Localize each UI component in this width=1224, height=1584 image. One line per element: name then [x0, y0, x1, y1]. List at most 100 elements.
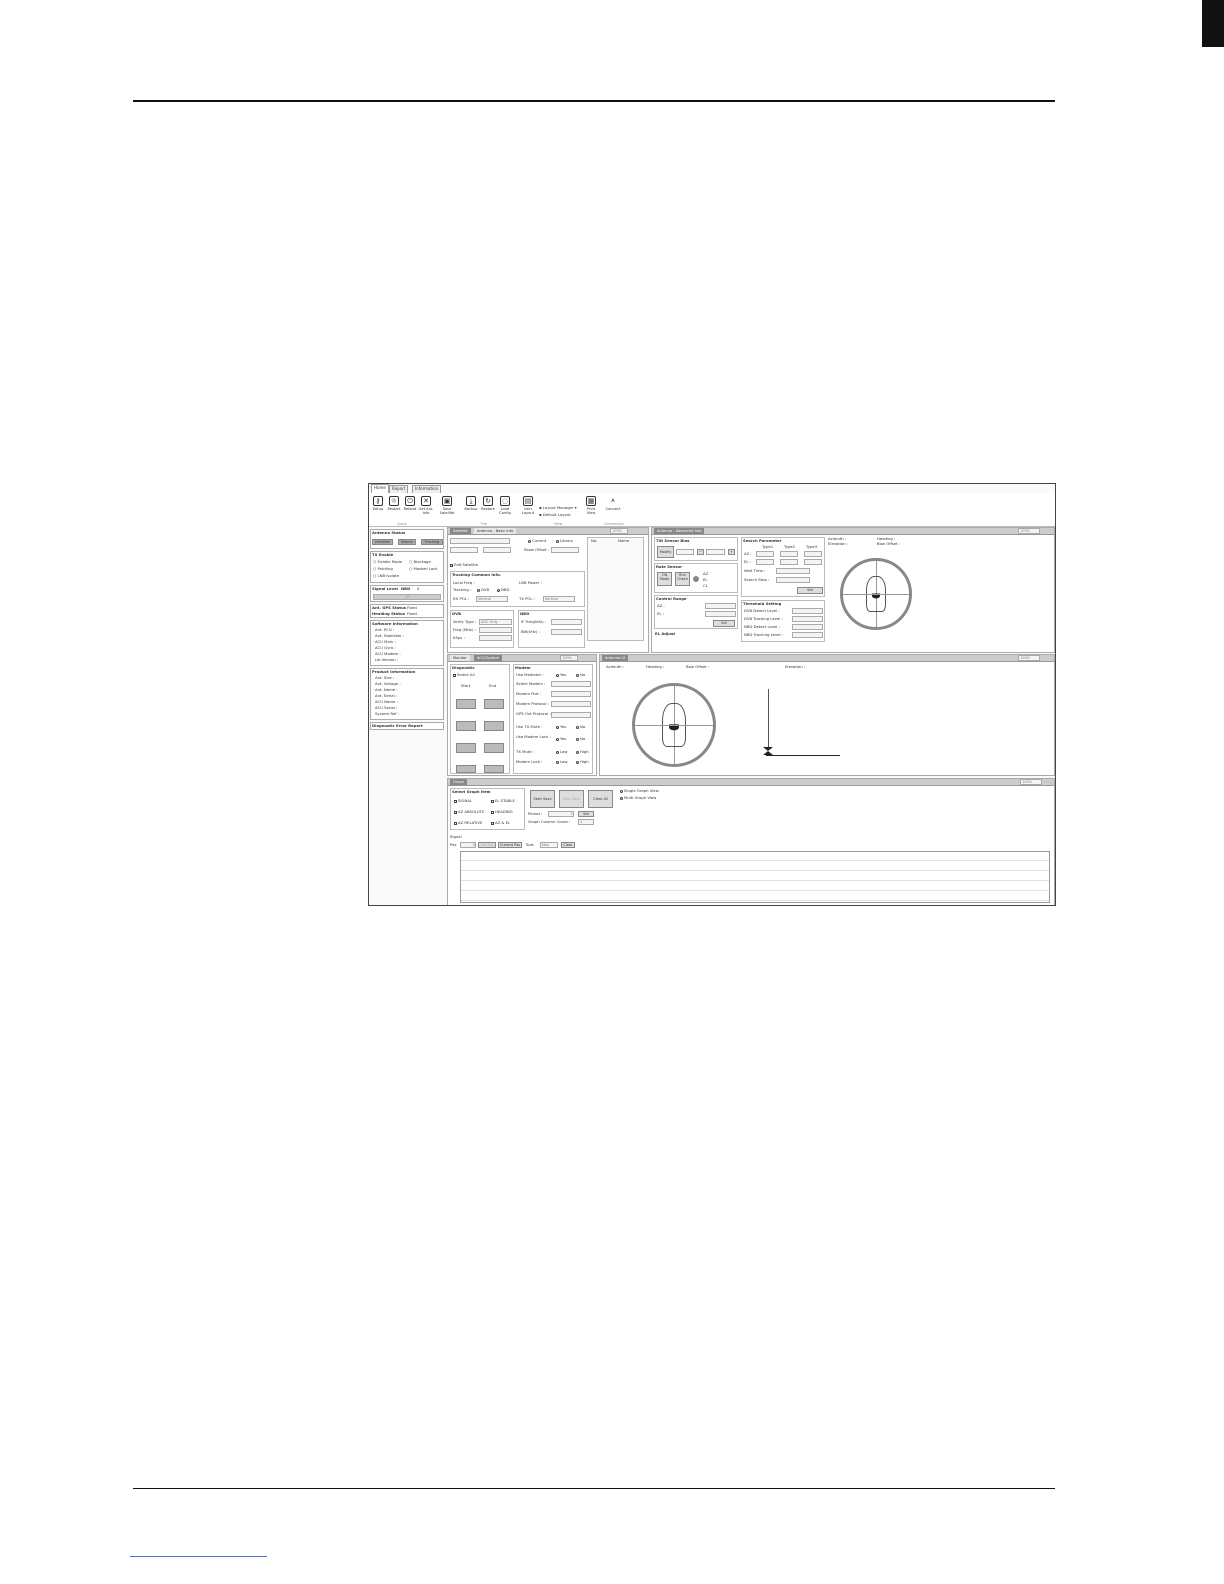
radio-library[interactable]: Library	[556, 538, 573, 544]
save-satellite-button[interactable]: ▣ Save Satellite	[439, 496, 455, 516]
search-az-type3[interactable]	[804, 551, 822, 557]
threshold-input[interactable]	[792, 624, 823, 630]
modem-lock-no[interactable]: No	[576, 736, 585, 742]
sort-select[interactable]: Max	[540, 842, 558, 848]
ribbon-tab-report[interactable]: Report	[389, 485, 409, 493]
setup-button[interactable]: ⚷ Setup	[370, 496, 386, 511]
clear-all-button[interactable]: Clear All	[588, 790, 613, 808]
diag-step[interactable]	[484, 721, 504, 731]
diag-step[interactable]	[456, 699, 476, 709]
graph-item-heading[interactable]: HEADING	[491, 809, 513, 815]
graph-item-az-absolute[interactable]: AZ ABSOLUTE	[454, 809, 484, 815]
tx-mute-high[interactable]: High	[576, 749, 589, 755]
ribbon-tab-information[interactable]: Information	[412, 485, 442, 493]
ribbon-tab-home[interactable]: Home	[371, 484, 389, 493]
diag-step[interactable]	[456, 743, 476, 753]
satellite-list[interactable]: No. Name	[587, 537, 644, 641]
if-freq-input[interactable]	[551, 619, 582, 625]
range-el-input[interactable]	[705, 611, 736, 617]
restart-button[interactable]: ☼ Restart	[386, 496, 402, 511]
search-step-input[interactable]	[776, 577, 810, 583]
zoom-select[interactable]: 100%	[560, 655, 578, 661]
radio-single-graph[interactable]: Single Graph View	[620, 788, 659, 794]
sort-clear-button[interactable]: Clear	[561, 842, 575, 848]
tab-monitor[interactable]: Monitor	[450, 655, 470, 661]
layout-manager-button[interactable]: ▪ Layout Manager ▾	[539, 505, 577, 511]
search-az-type1[interactable]	[756, 551, 774, 557]
start-save-button[interactable]: Start Save	[530, 790, 555, 808]
radio-dvb[interactable]: DVB	[477, 587, 489, 593]
radio-nbd[interactable]: NBD	[497, 587, 509, 593]
radio-current[interactable]: Current	[528, 538, 546, 544]
lon-input[interactable]	[450, 547, 478, 553]
zoom-select[interactable]: 100%	[1020, 779, 1042, 785]
zoom-select[interactable]: 100%	[1018, 655, 1040, 661]
select-modem-input[interactable]	[551, 681, 591, 687]
current-pos-button[interactable]: Current Pos	[498, 842, 522, 848]
tx-mute-yes[interactable]: Yes	[556, 724, 566, 730]
skew-offset-input[interactable]	[551, 547, 579, 553]
graph-item-el-stable[interactable]: EL STABLE	[491, 798, 515, 804]
range-az-input[interactable]	[705, 603, 736, 609]
graph-item-az-el[interactable]: AZ & EL	[491, 820, 510, 826]
reboot-button[interactable]: ⏻ Reboot	[402, 496, 418, 511]
search-el-type1[interactable]	[756, 559, 774, 565]
zoom-select[interactable]: 100%	[610, 528, 628, 534]
tx-pol-select[interactable]: Vertical	[543, 596, 575, 602]
zoom-select[interactable]: 100%	[1018, 528, 1040, 534]
graph-item-signal[interactable]: SIGNAL	[454, 798, 472, 804]
threshold-input[interactable]	[792, 608, 823, 614]
edit-satellite-checkbox[interactable]: Edit Satellite	[450, 562, 478, 568]
mediator-yes[interactable]: Yes	[556, 672, 566, 678]
search-set-button[interactable]: Set	[797, 587, 823, 594]
tx-mute-low[interactable]: Low	[556, 749, 567, 755]
diag-step[interactable]	[484, 765, 504, 773]
wait-time-input[interactable]	[776, 568, 810, 574]
load-config-button[interactable]: ◌ Load Config	[497, 496, 513, 516]
default-layout-button[interactable]: ▪ Default Layout	[539, 512, 571, 518]
restore-button[interactable]: ↻ Restore	[480, 496, 496, 511]
bw-input[interactable]	[551, 629, 582, 635]
modem-lock-yes[interactable]: Yes	[556, 736, 566, 742]
diag-step[interactable]	[456, 765, 476, 773]
modify-button[interactable]: Modify	[657, 546, 674, 558]
search-el-type3[interactable]	[804, 559, 822, 565]
rx-pol-select[interactable]: Vertical	[476, 596, 508, 602]
search-el-type2[interactable]	[780, 559, 798, 565]
tab-satellite[interactable]: Satellite	[450, 528, 471, 534]
tab-antenna-ui[interactable]: Antenna UI	[602, 655, 628, 661]
diag-step[interactable]	[484, 699, 504, 709]
range-set-button[interactable]: Set	[713, 620, 735, 627]
get-ant-info-button[interactable]: ✕ Get Ant. Info	[418, 496, 434, 516]
print-view-button[interactable]: ▦ Print View	[583, 496, 599, 516]
stop-save-button[interactable]: Stop Save	[559, 790, 584, 808]
on-mode-button[interactable]: ON Mode	[657, 572, 672, 586]
user-layout-button[interactable]: ▤ User Layout	[520, 496, 536, 516]
search-az-type2[interactable]	[780, 551, 798, 557]
graph-item-az-relative[interactable]: AZ RELATIVE	[454, 820, 482, 826]
tx-mute-no[interactable]: No	[576, 724, 585, 730]
plus-button[interactable]: +	[728, 549, 735, 555]
threshold-input[interactable]	[792, 616, 823, 622]
run-check-button[interactable]: Run Check	[675, 572, 690, 586]
column-count-select[interactable]: 1	[578, 819, 594, 825]
mediator-no[interactable]: No	[576, 672, 585, 678]
tab-acu-system[interactable]: ACU/System	[474, 655, 503, 661]
ksps-input[interactable]	[479, 635, 512, 641]
pos-input[interactable]: 0	[460, 842, 476, 848]
verify-type-select[interactable]: AGC Only	[479, 619, 512, 625]
tab-antenna-basic[interactable]: Antenna - Basic Info	[474, 528, 517, 534]
set-pos-button[interactable]: Set Pos	[478, 842, 496, 848]
select-all-checkbox[interactable]: Select All	[453, 672, 475, 678]
period-input[interactable]: 1	[548, 811, 574, 817]
tab-antenna-advanced[interactable]: Antenna - Advanced Info	[654, 528, 705, 534]
period-set-button[interactable]: Set	[578, 811, 594, 817]
tilt-axis-select[interactable]	[676, 549, 694, 555]
diag-step[interactable]	[484, 743, 504, 753]
backup-button[interactable]: ⤓ Backup	[463, 496, 479, 511]
diag-report-section[interactable]: Diagnostic Error Report	[370, 722, 444, 730]
ew-select[interactable]	[483, 547, 511, 553]
tab-graph[interactable]: Graph	[450, 779, 468, 785]
threshold-input[interactable]	[792, 632, 823, 638]
freq-input[interactable]	[479, 627, 512, 633]
